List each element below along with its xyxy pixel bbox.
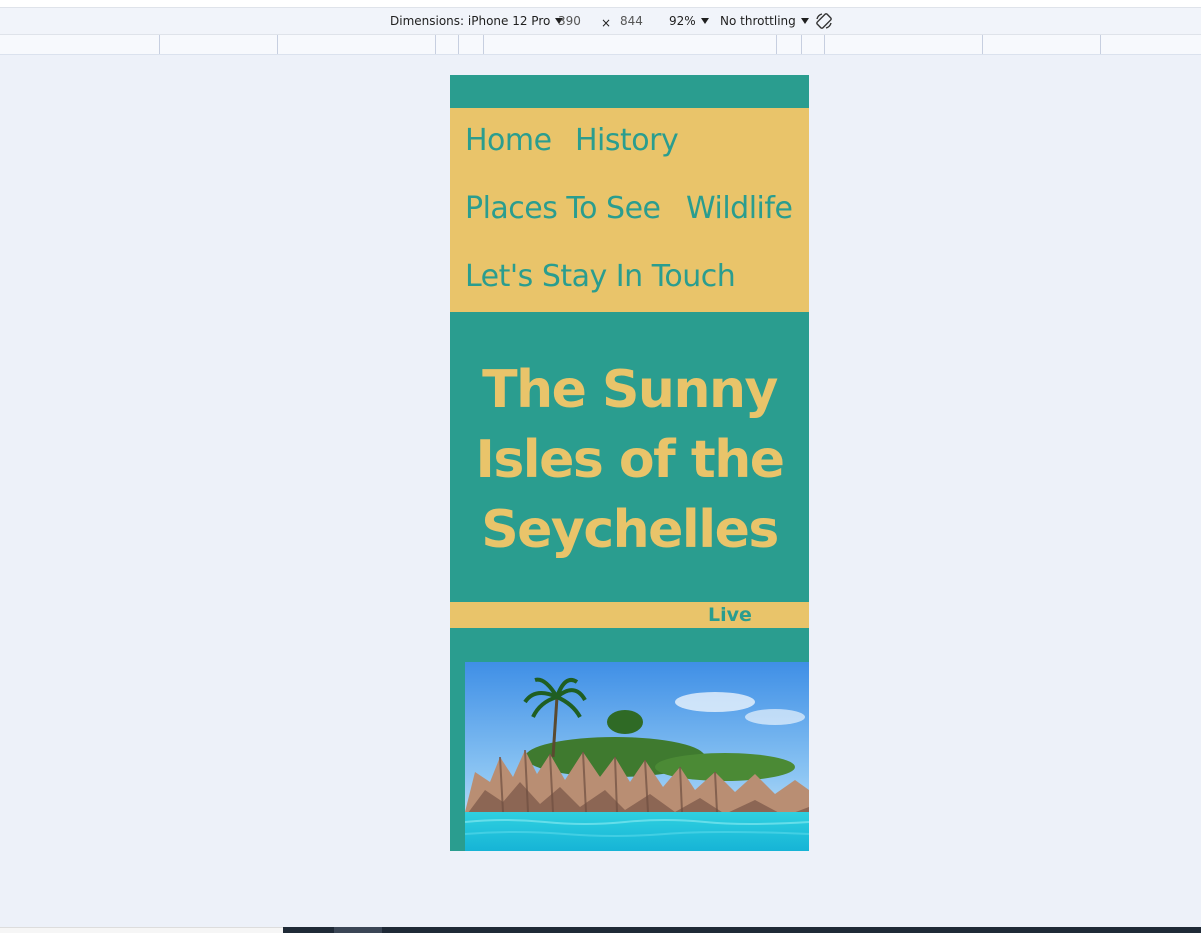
media-query-marker[interactable] <box>458 35 459 54</box>
times-separator: × <box>601 16 612 30</box>
chevron-down-icon <box>800 18 809 24</box>
media-query-marker[interactable] <box>824 35 825 54</box>
nav-link-stay-in-touch[interactable]: Let's Stay In Touch <box>465 259 736 295</box>
bottom-panel-tab[interactable] <box>334 927 382 933</box>
media-query-marker[interactable] <box>277 35 278 54</box>
device-toolbar: Dimensions: iPhone 12 Pro 390 × 844 92% … <box>0 8 1201 35</box>
live-label: Live <box>708 604 752 626</box>
media-query-marker[interactable] <box>435 35 436 54</box>
zoom-select[interactable]: 92% <box>669 14 709 28</box>
nav-link-places-to-see[interactable]: Places To See <box>465 191 661 227</box>
hero-title-line: Seychelles <box>481 500 779 560</box>
main-nav: Home History Places To See Wildlife Let'… <box>450 108 809 312</box>
hero-title-line: Isles of the <box>475 430 785 490</box>
throttling-select[interactable]: No throttling <box>720 14 809 28</box>
media-query-marker[interactable] <box>801 35 802 54</box>
nav-link-history[interactable]: History <box>575 123 679 159</box>
hero-title: The Sunny Isles of the Seychelles <box>450 355 809 565</box>
media-query-marker[interactable] <box>982 35 983 54</box>
hero-title-line: The Sunny <box>482 360 778 420</box>
nav-link-wildlife[interactable]: Wildlife <box>686 191 793 227</box>
media-query-marker[interactable] <box>159 35 160 54</box>
rotate-icon[interactable] <box>814 11 834 31</box>
device-dimensions-label: Dimensions: iPhone 12 Pro <box>390 14 551 28</box>
zoom-label: 92% <box>669 14 696 28</box>
chevron-down-icon <box>700 18 709 24</box>
media-query-marker[interactable] <box>776 35 777 54</box>
island-photo <box>465 662 809 851</box>
bottom-panel-light <box>0 927 283 933</box>
height-input[interactable]: 844 <box>620 14 643 28</box>
live-banner: Live <box>450 602 809 628</box>
island-photo-illustration <box>465 662 809 851</box>
media-query-marker[interactable] <box>1100 35 1101 54</box>
bottom-panel-dark <box>283 927 1201 933</box>
media-query-bar <box>0 35 1201 55</box>
device-viewport: Home History Places To See Wildlife Let'… <box>450 75 809 851</box>
width-input[interactable]: 390 <box>558 14 581 28</box>
device-dimensions-select[interactable]: Dimensions: iPhone 12 Pro <box>390 14 564 28</box>
nav-link-home[interactable]: Home <box>465 123 552 159</box>
media-query-marker[interactable] <box>483 35 484 54</box>
throttling-label: No throttling <box>720 14 796 28</box>
devtools-top-edge <box>0 0 1201 8</box>
